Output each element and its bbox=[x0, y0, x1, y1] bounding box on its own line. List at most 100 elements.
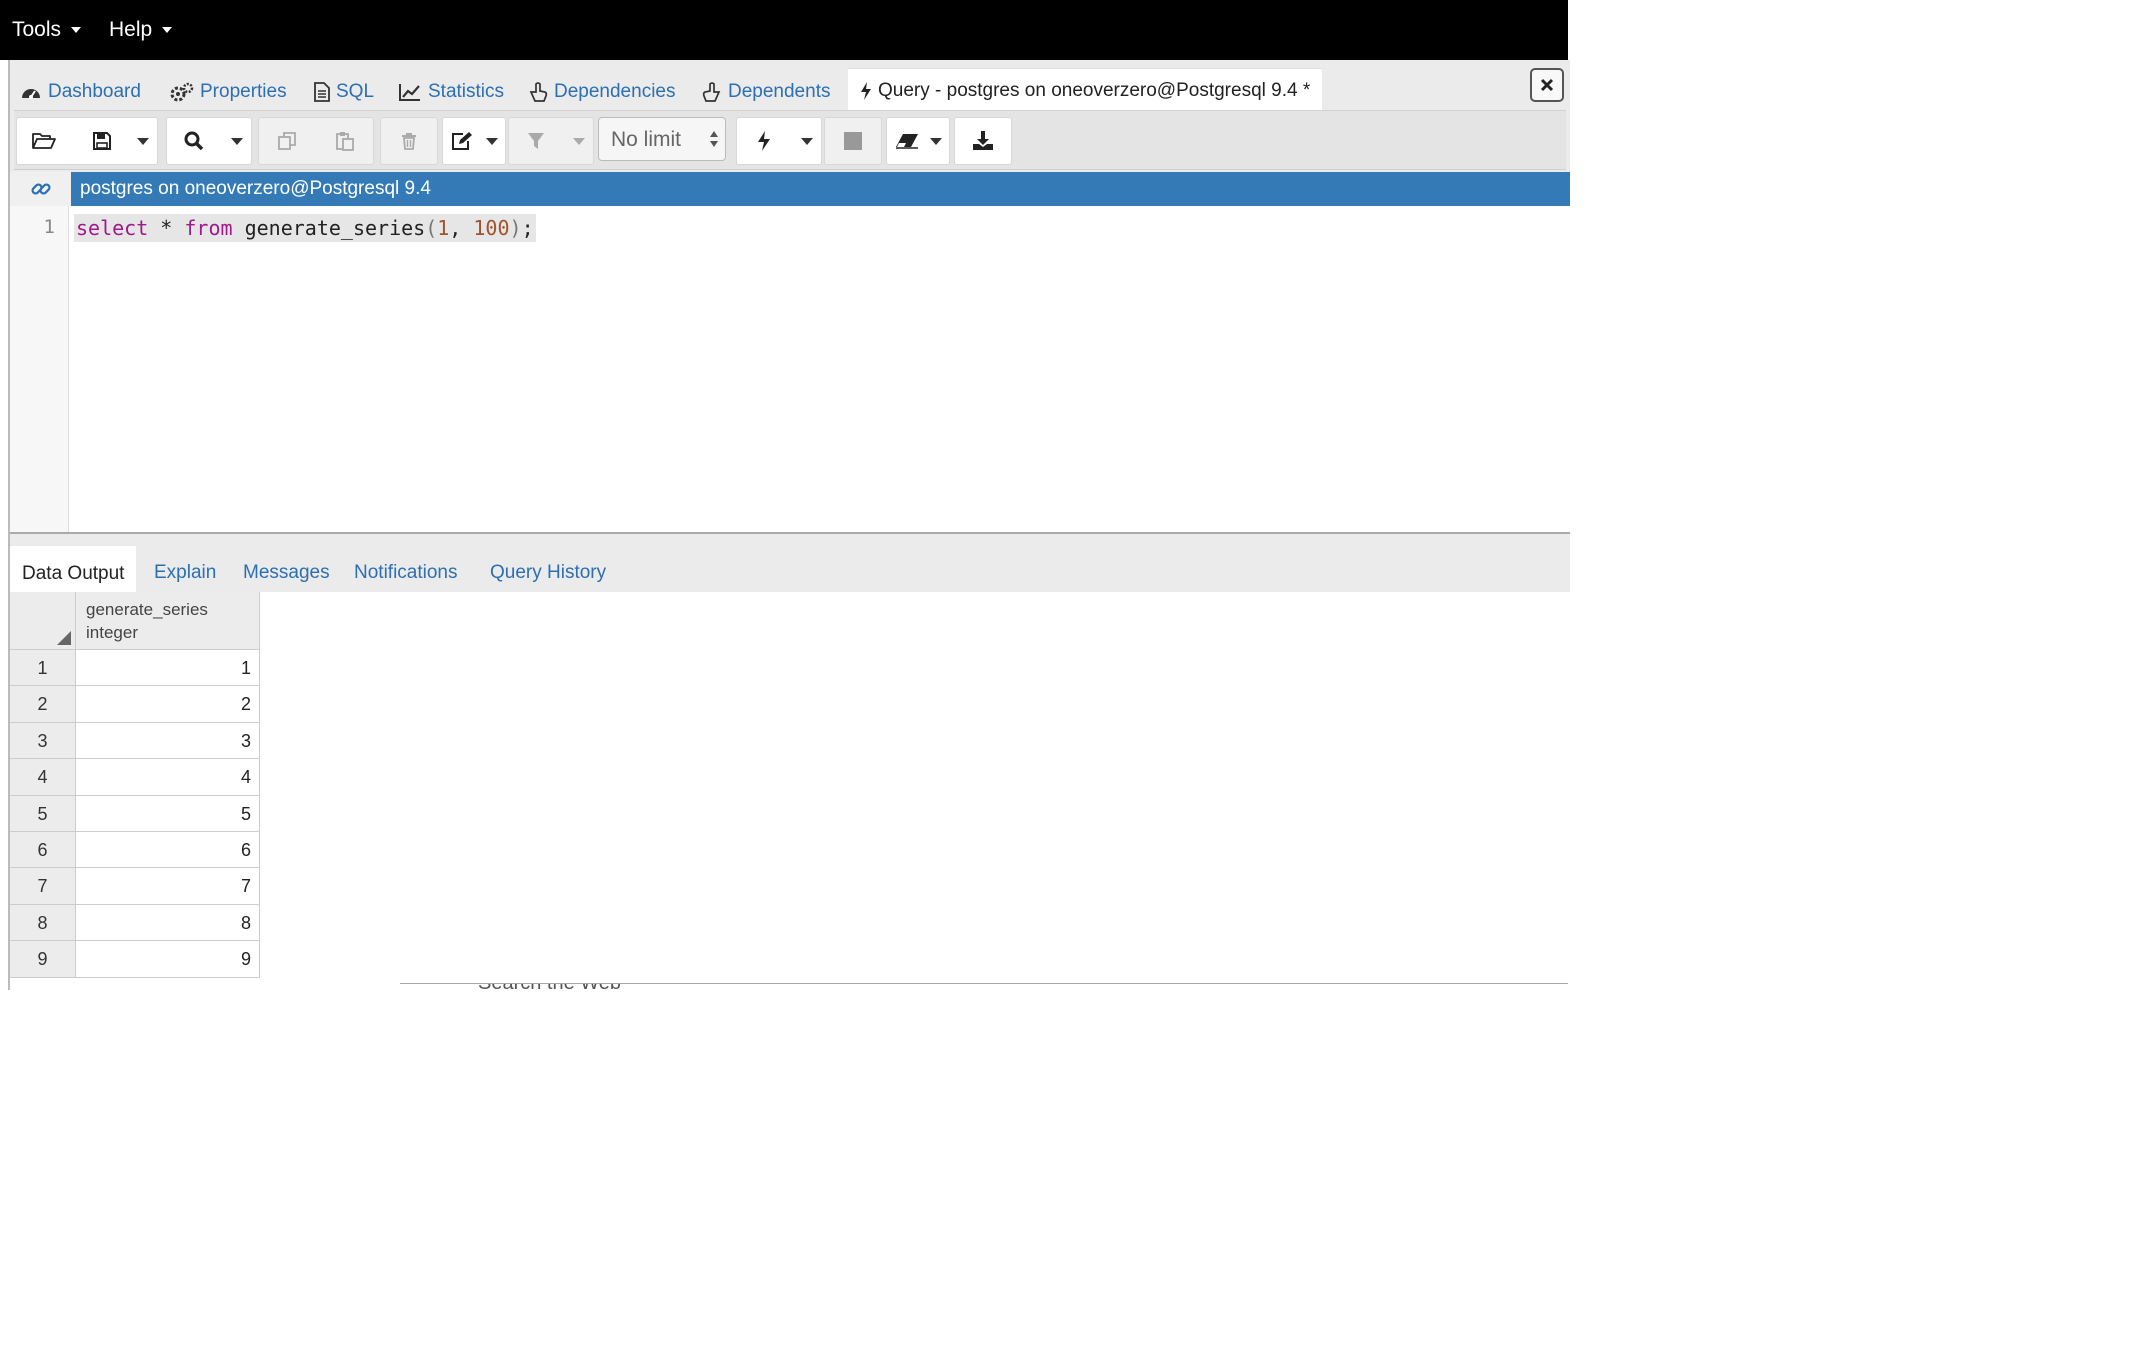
tab-explain[interactable]: Explain bbox=[154, 562, 216, 584]
line-number-gutter: 1 bbox=[10, 206, 69, 532]
cell-value[interactable]: 5 bbox=[76, 795, 260, 831]
execute-button[interactable] bbox=[737, 118, 791, 164]
tab-dashboard[interactable]: Dashboard bbox=[20, 78, 141, 106]
save-file-button[interactable] bbox=[75, 118, 129, 164]
clear-options-dropdown[interactable] bbox=[923, 118, 949, 164]
clear-button[interactable] bbox=[887, 118, 927, 164]
bolt-icon bbox=[758, 131, 770, 151]
clipboard-button-group bbox=[258, 117, 374, 165]
tab-query[interactable]: Query - postgres on oneoverzero@Postgres… bbox=[848, 68, 1323, 113]
sql-editor[interactable]: 1 select * from generate_series(1, 100); bbox=[10, 206, 1570, 534]
filter-options-dropdown[interactable] bbox=[565, 118, 593, 164]
table-row[interactable]: 77 bbox=[10, 868, 260, 905]
sql-code-line[interactable]: select * from generate_series(1, 100); bbox=[74, 214, 536, 242]
tab-query-history[interactable]: Query History bbox=[490, 562, 606, 584]
cell-value[interactable]: 3 bbox=[76, 722, 260, 759]
tab-sql[interactable]: SQL bbox=[314, 78, 374, 106]
hand-pointer-flipped-icon bbox=[702, 82, 721, 102]
connection-status-button[interactable] bbox=[10, 172, 71, 206]
tab-statistics[interactable]: Statistics bbox=[398, 78, 504, 106]
table-row[interactable]: 33 bbox=[10, 722, 260, 760]
paste-button[interactable] bbox=[317, 118, 373, 164]
bolt-icon bbox=[861, 82, 871, 100]
table-row[interactable]: 22 bbox=[10, 686, 260, 723]
edit-icon bbox=[452, 132, 472, 150]
edit-button[interactable] bbox=[443, 118, 481, 164]
close-panel-button[interactable] bbox=[1530, 68, 1564, 102]
table-row[interactable]: 66 bbox=[10, 831, 260, 869]
delete-button[interactable] bbox=[380, 117, 438, 165]
open-file-button[interactable] bbox=[17, 118, 71, 164]
cell-value[interactable]: 9 bbox=[76, 941, 260, 977]
table-row[interactable]: 55 bbox=[10, 795, 260, 832]
tab-notifications[interactable]: Notifications bbox=[354, 562, 458, 584]
row-limit-select[interactable]: No limit bbox=[598, 117, 726, 161]
folder-open-icon bbox=[32, 133, 56, 149]
tab-properties[interactable]: Properties bbox=[170, 78, 287, 106]
file-button-group bbox=[16, 117, 158, 165]
tab-messages[interactable]: Messages bbox=[243, 562, 330, 584]
tab-data-output[interactable]: Data Output bbox=[10, 546, 137, 592]
dashboard-icon bbox=[22, 89, 40, 99]
table-row[interactable]: 88 bbox=[10, 904, 260, 942]
find-options-dropdown[interactable] bbox=[223, 118, 251, 164]
execute-options-dropdown[interactable] bbox=[793, 118, 821, 164]
row-number[interactable]: 8 bbox=[10, 904, 76, 941]
row-number[interactable]: 5 bbox=[10, 795, 76, 831]
table-row[interactable]: 11 bbox=[10, 650, 260, 687]
download-button[interactable] bbox=[954, 117, 1012, 165]
row-number[interactable]: 2 bbox=[10, 686, 76, 722]
code-paren-close: ) bbox=[509, 216, 522, 240]
stop-button[interactable] bbox=[824, 117, 882, 165]
cell-value[interactable]: 7 bbox=[76, 868, 260, 904]
query-toolbar: No limit bbox=[14, 110, 1566, 170]
filter-icon bbox=[528, 133, 544, 149]
save-options-dropdown[interactable] bbox=[129, 118, 157, 164]
caret-down-icon bbox=[930, 137, 942, 145]
column-header[interactable]: generate_series integer bbox=[76, 592, 260, 650]
row-number[interactable]: 6 bbox=[10, 831, 76, 868]
row-number[interactable]: 4 bbox=[10, 759, 76, 795]
caret-down-icon bbox=[71, 27, 82, 34]
save-icon bbox=[93, 132, 111, 150]
row-number[interactable]: 7 bbox=[10, 868, 76, 904]
link-icon bbox=[30, 183, 51, 195]
row-number[interactable]: 9 bbox=[10, 941, 76, 977]
filter-button-group bbox=[508, 117, 594, 165]
copy-button[interactable] bbox=[259, 118, 315, 164]
execute-button-group bbox=[736, 117, 822, 165]
background-window-edge: Search the Web bbox=[400, 983, 1568, 991]
find-button[interactable] bbox=[167, 118, 221, 164]
select-all-corner[interactable] bbox=[10, 592, 76, 650]
file-text-icon bbox=[314, 82, 330, 102]
cell-value[interactable]: 2 bbox=[76, 686, 260, 722]
edit-options-dropdown[interactable] bbox=[479, 118, 505, 164]
connection-title: postgres on oneoverzero@Postgresql 9.4 bbox=[71, 172, 1570, 206]
cell-value[interactable]: 8 bbox=[76, 904, 260, 941]
connection-bar: postgres on oneoverzero@Postgresql 9.4 bbox=[10, 172, 1570, 206]
table-row[interactable]: 99 bbox=[10, 941, 260, 978]
cell-value[interactable]: 6 bbox=[76, 831, 260, 868]
row-number[interactable]: 1 bbox=[10, 650, 76, 686]
code-comma: , bbox=[449, 216, 474, 240]
corner-triangle-icon bbox=[57, 631, 71, 645]
row-number[interactable]: 3 bbox=[10, 722, 76, 759]
output-tabs: Data Output Explain Messages Notificatio… bbox=[10, 538, 1570, 593]
filter-button[interactable] bbox=[509, 118, 563, 164]
menu-tools[interactable]: Tools bbox=[12, 18, 82, 42]
cell-value[interactable]: 1 bbox=[76, 650, 260, 686]
keyword-select: select bbox=[76, 216, 149, 240]
code-function: generate_series bbox=[232, 216, 426, 240]
cogs-icon bbox=[170, 82, 194, 102]
column-name: generate_series bbox=[86, 600, 208, 619]
caret-down-icon bbox=[162, 27, 173, 34]
clear-button-group bbox=[886, 117, 950, 165]
cell-value[interactable]: 4 bbox=[76, 759, 260, 795]
tab-dependents[interactable]: Dependents bbox=[702, 78, 830, 106]
line-chart-icon bbox=[399, 84, 420, 101]
keyword-from: from bbox=[184, 216, 233, 240]
table-row[interactable]: 44 bbox=[10, 759, 260, 796]
menu-help[interactable]: Help bbox=[109, 18, 173, 42]
caret-down-icon bbox=[801, 137, 813, 145]
tab-dependencies[interactable]: Dependencies bbox=[528, 78, 675, 106]
